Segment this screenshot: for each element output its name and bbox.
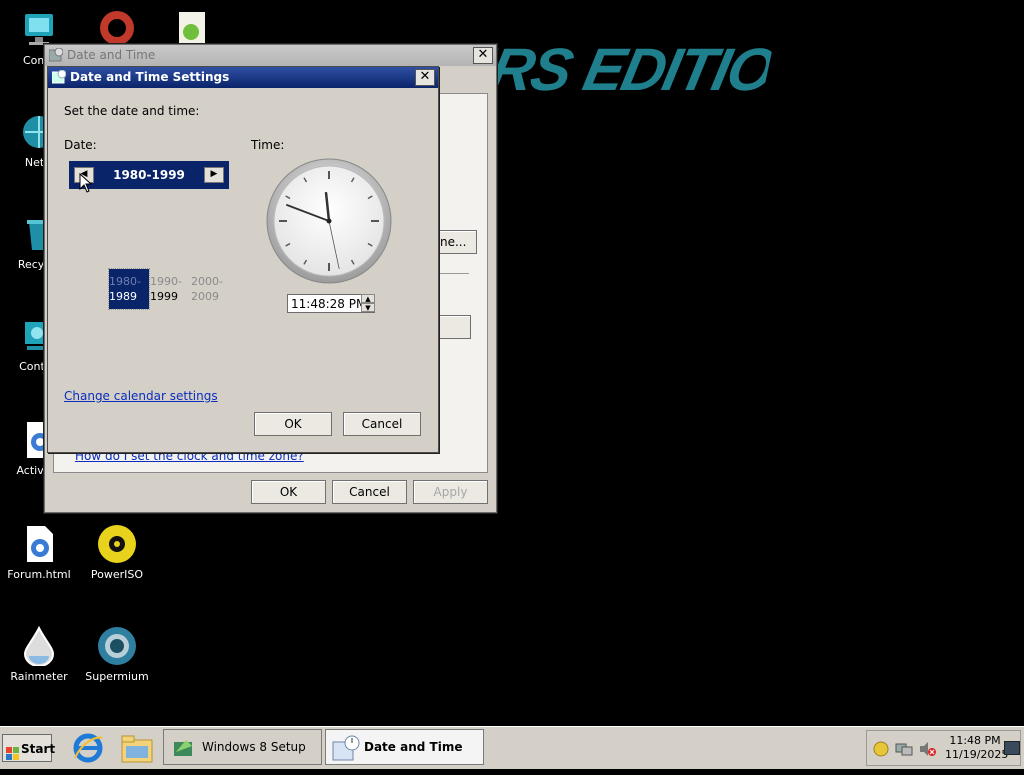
close-icon: ✕: [477, 47, 489, 62]
tray-clock[interactable]: 11:48 PM 11/19/2025: [945, 734, 1009, 762]
mouse-cursor-icon: [79, 172, 93, 193]
desktop-icon-forum-html[interactable]: Forum.html: [2, 524, 76, 581]
taskbar-button-windows-8-setup[interactable]: Windows 8 Setup: [163, 729, 322, 765]
cancel-button[interactable]: Cancel: [343, 412, 421, 436]
spin-down-button[interactable]: ▼: [361, 303, 375, 312]
partial-button[interactable]: [435, 315, 471, 339]
system-tray: 11:48 PM 11/19/2025: [866, 730, 1021, 766]
ok-button[interactable]: OK: [251, 480, 326, 504]
decade-start: 1980-: [109, 275, 141, 288]
change-timezone-button[interactable]: ne...: [435, 230, 477, 254]
calendar-next-button[interactable]: ▶: [204, 167, 224, 183]
date-label: Date:: [64, 138, 97, 152]
window-title: Date and Time: [67, 48, 156, 62]
analog-clock: [266, 158, 392, 284]
tray-clock-date: 11/19/2025: [945, 748, 1009, 761]
desktop-icon-label: Forum.html: [7, 568, 71, 581]
network-tray-icon[interactable]: [895, 741, 913, 757]
spin-up-button[interactable]: ▲: [361, 294, 375, 303]
desktop-icon-rainmeter[interactable]: Rainmeter: [2, 625, 76, 683]
divider: [435, 273, 469, 274]
decade-cell-2000[interactable]: 2000- 2009: [191, 274, 231, 304]
close-icon: ✕: [419, 69, 431, 84]
html-file-icon: [19, 524, 59, 564]
notepad-icon: [171, 8, 211, 48]
time-spinner[interactable]: ▲ ▼: [361, 294, 375, 313]
decade-end: 1999: [150, 290, 178, 303]
taskbar-button-label: Date and Time: [364, 740, 463, 754]
time-label: Time:: [251, 138, 285, 152]
chevron-up-icon: ▲: [365, 295, 371, 303]
internet-explorer-icon[interactable]: [72, 732, 104, 764]
apply-button[interactable]: Apply: [413, 480, 488, 504]
tray-clock-time: 11:48 PM: [949, 734, 1001, 747]
chevron-right-icon: ▶: [210, 169, 218, 179]
button-label: ne...: [440, 235, 467, 249]
taskbar: Start Windows 8 Setup Date and Time 11:4…: [0, 726, 1024, 769]
desktop-icon-label: Supermium: [85, 670, 149, 683]
decade-end: 2009: [191, 290, 219, 303]
poweriso-icon: [97, 524, 137, 564]
calendar-clock-icon: [332, 734, 360, 762]
date-and-time-settings-dialog: Date and Time Settings ✕ Set the date an…: [47, 66, 439, 453]
security-shield-icon[interactable]: [873, 741, 889, 757]
chevron-down-icon: ▼: [365, 304, 371, 312]
instruction-text: Set the date and time:: [64, 104, 200, 118]
windows-logo-icon: [6, 742, 19, 760]
start-label: Start: [21, 742, 56, 756]
dialog-title: Date and Time Settings: [70, 70, 230, 84]
taskbar-button-label: Windows 8 Setup: [202, 740, 306, 754]
ccleaner-icon: [97, 8, 137, 48]
calendar-header: ◀ 1980-1999 ▶: [69, 161, 229, 189]
desktop-icon-poweriso[interactable]: PowerISO: [80, 524, 154, 581]
calendar-clock-icon: [48, 47, 64, 62]
decade-start: 1990-: [150, 275, 182, 288]
taskbar-button-date-and-time[interactable]: Date and Time: [325, 729, 484, 765]
ok-button[interactable]: OK: [254, 412, 332, 436]
desktop-icon-label: PowerISO: [90, 568, 144, 581]
setup-icon: [172, 736, 196, 760]
desktop-icon-supermium[interactable]: Supermium: [80, 626, 154, 683]
decade-start: 2000-: [191, 275, 223, 288]
calendar-header-title[interactable]: 1980-1999: [99, 161, 199, 189]
close-button[interactable]: ✕: [473, 47, 493, 64]
supermium-icon: [97, 626, 137, 666]
dialog-titlebar[interactable]: Date and Time Settings ✕: [48, 67, 438, 88]
change-calendar-settings-link[interactable]: Change calendar settings: [64, 389, 218, 403]
decade-end: 1989: [109, 290, 137, 303]
window-titlebar[interactable]: Date and Time ✕: [45, 45, 496, 66]
rainmeter-icon: [19, 625, 59, 667]
start-button[interactable]: Start: [2, 734, 56, 762]
file-explorer-icon[interactable]: [120, 732, 154, 764]
calendar-clock-icon: [51, 69, 67, 84]
volume-muted-icon[interactable]: [919, 741, 937, 757]
show-desktop-button[interactable]: [1004, 741, 1020, 755]
desktop-icon-label: Rainmeter: [10, 670, 68, 683]
cancel-button[interactable]: Cancel: [332, 480, 407, 504]
decade-cell-1990[interactable]: 1990- 1999: [150, 274, 190, 304]
close-button[interactable]: ✕: [415, 69, 435, 86]
decade-cell-1980[interactable]: 1980- 1989: [108, 268, 150, 310]
